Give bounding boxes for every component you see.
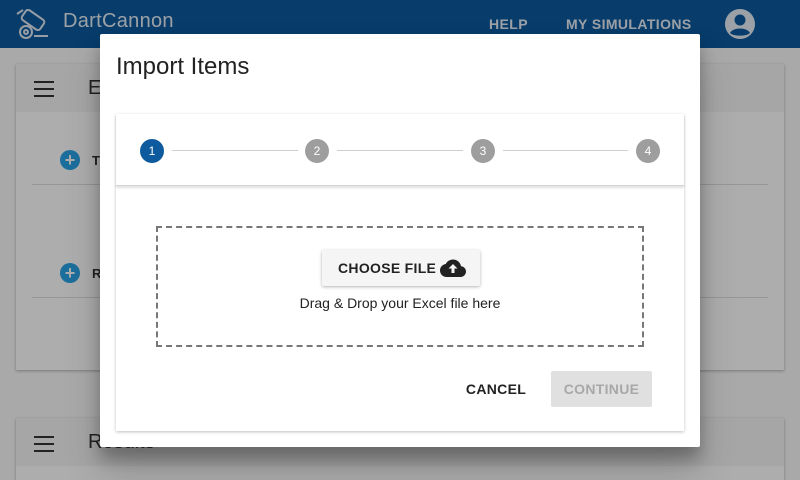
stepper: 1 2 3 4 CHOOSE FILE Drag & Drop your Exc…: [116, 114, 684, 431]
continue-button[interactable]: CONTINUE: [551, 371, 652, 407]
import-items-dialog: Import Items 1 2 3 4 CHOOSE FILE Drag & …: [100, 34, 700, 447]
choose-file-button[interactable]: CHOOSE FILE: [322, 250, 480, 286]
step-4[interactable]: 4: [636, 139, 660, 163]
cancel-button[interactable]: CANCEL: [456, 371, 536, 407]
step-connector: [172, 150, 298, 151]
cloud-upload-icon: [440, 259, 466, 277]
file-dropzone[interactable]: CHOOSE FILE Drag & Drop your Excel file …: [156, 226, 644, 347]
stepper-header: 1 2 3 4: [116, 114, 684, 186]
step-3[interactable]: 3: [471, 139, 495, 163]
step-connector: [337, 150, 463, 151]
step-connector: [503, 150, 628, 151]
choose-file-label: CHOOSE FILE: [338, 260, 437, 276]
step-1[interactable]: 1: [140, 139, 164, 163]
step-2[interactable]: 2: [305, 139, 329, 163]
drop-instructions: Drag & Drop your Excel file here: [299, 295, 501, 311]
dialog-title: Import Items: [116, 53, 250, 80]
